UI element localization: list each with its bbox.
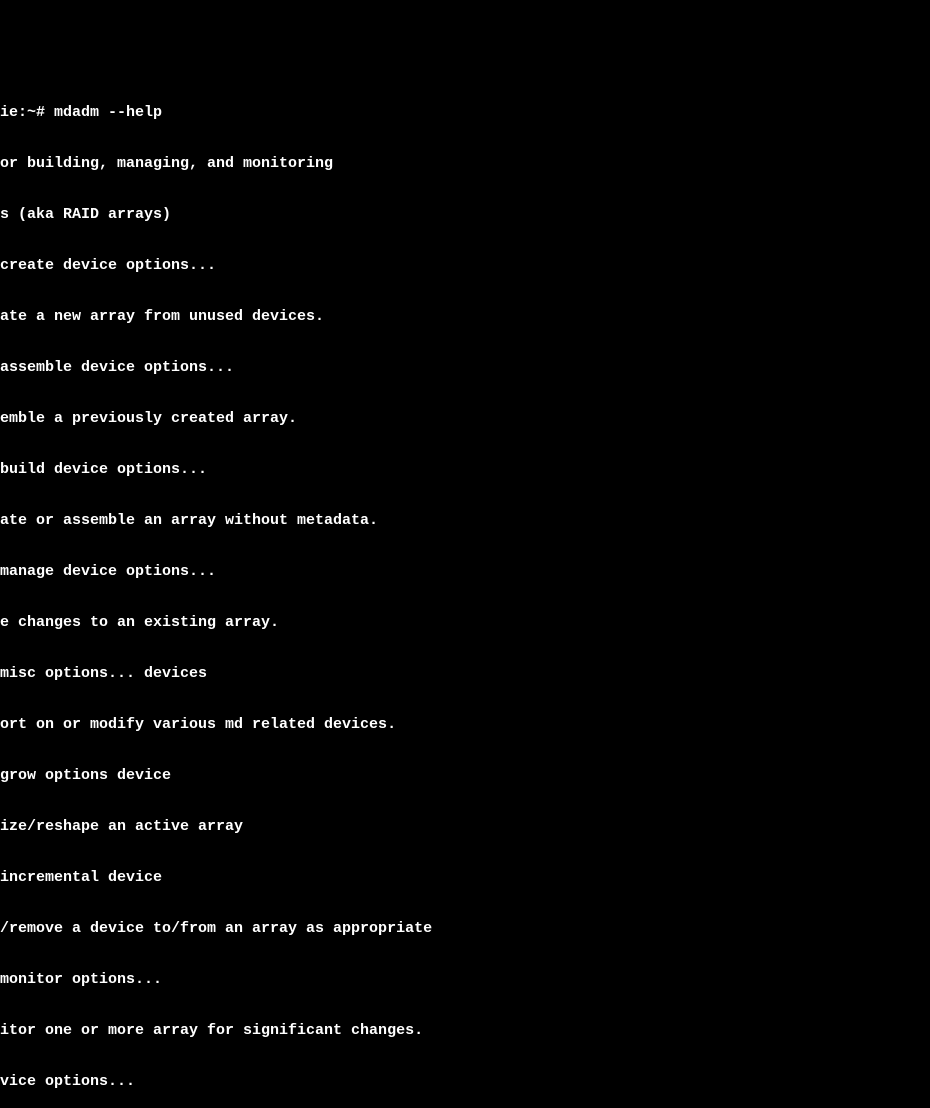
- terminal-output[interactable]: ie:~# mdadm --help or building, managing…: [0, 68, 930, 1108]
- terminal-line: incremental device: [0, 869, 930, 886]
- terminal-line: ie:~# mdadm --help: [0, 104, 930, 121]
- terminal-line: create device options...: [0, 257, 930, 274]
- terminal-line: emble a previously created array.: [0, 410, 930, 427]
- terminal-line: itor one or more array for significant c…: [0, 1022, 930, 1039]
- terminal-line: misc options... devices: [0, 665, 930, 682]
- terminal-line: e changes to an existing array.: [0, 614, 930, 631]
- terminal-line: manage device options...: [0, 563, 930, 580]
- terminal-line: ate a new array from unused devices.: [0, 308, 930, 325]
- terminal-line: or building, managing, and monitoring: [0, 155, 930, 172]
- terminal-line: s (aka RAID arrays): [0, 206, 930, 223]
- terminal-line: grow options device: [0, 767, 930, 784]
- terminal-line: vice options...: [0, 1073, 930, 1090]
- terminal-line: /remove a device to/from an array as app…: [0, 920, 930, 937]
- terminal-line: assemble device options...: [0, 359, 930, 376]
- terminal-line: ize/reshape an active array: [0, 818, 930, 835]
- terminal-line: build device options...: [0, 461, 930, 478]
- terminal-line: ate or assemble an array without metadat…: [0, 512, 930, 529]
- terminal-line: monitor options...: [0, 971, 930, 988]
- terminal-line: ort on or modify various md related devi…: [0, 716, 930, 733]
